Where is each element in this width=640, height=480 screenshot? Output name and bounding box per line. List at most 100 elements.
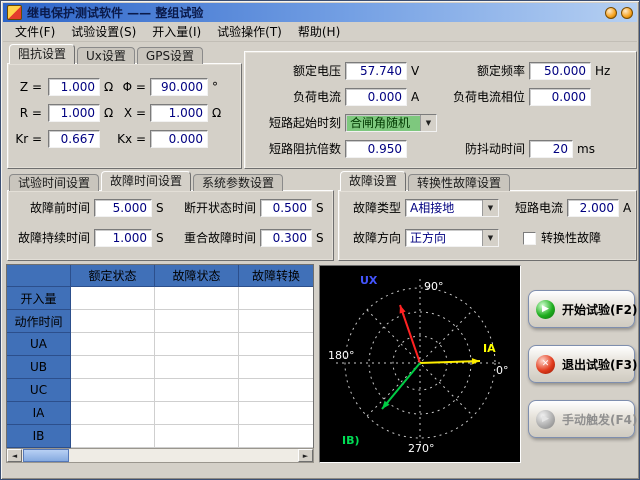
tab-test-time[interactable]: 试验时间设置 bbox=[9, 174, 99, 191]
tab-impedance-settings[interactable]: 阻抗设置 bbox=[9, 44, 75, 64]
table-cell bbox=[71, 379, 155, 402]
short-start-select[interactable]: 合闸角随机 ▼ bbox=[345, 114, 437, 132]
reclose-label: 重合故障时间 bbox=[166, 229, 256, 247]
table-cell bbox=[239, 402, 313, 425]
fault-duration-unit: S bbox=[156, 229, 164, 247]
scrollbar-track[interactable] bbox=[69, 449, 298, 462]
rated-frequency-field[interactable]: 50.000 bbox=[529, 62, 591, 80]
debounce-field[interactable]: 20 bbox=[529, 140, 573, 158]
kr-field[interactable]: 0.667 bbox=[48, 130, 100, 148]
scrollbar-thumb[interactable] bbox=[23, 449, 69, 462]
short-current-label: 短路电流 bbox=[505, 199, 563, 217]
tab-gps-settings[interactable]: GPS设置 bbox=[137, 47, 203, 64]
table-cell bbox=[239, 356, 313, 379]
table-cell bbox=[155, 402, 239, 425]
manual-trigger-icon: ▶ bbox=[536, 410, 555, 429]
table-cell bbox=[155, 287, 239, 310]
ia-label: IA bbox=[483, 342, 496, 355]
vector-chart: UX 90° 180° 0° IA 270° IB) bbox=[319, 265, 521, 463]
fault-type-select[interactable]: A相接地 ▼ bbox=[405, 199, 499, 217]
start-test-label: 开始试验(F2) bbox=[562, 301, 638, 318]
reclose-unit: S bbox=[316, 229, 324, 247]
z-field[interactable]: 1.000 bbox=[48, 78, 100, 96]
phi-field[interactable]: 90.000 bbox=[150, 78, 208, 96]
start-test-button[interactable]: ▶ 开始试验(F2) bbox=[528, 290, 635, 328]
fault-duration-field[interactable]: 1.000 bbox=[94, 229, 152, 247]
r-field[interactable]: 1.000 bbox=[48, 104, 100, 122]
tab-fault-settings[interactable]: 故障设置 bbox=[340, 171, 406, 191]
table-row: UB bbox=[7, 356, 313, 379]
convertible-fault-checkbox[interactable] bbox=[523, 232, 536, 245]
table-cell bbox=[239, 287, 313, 310]
impedance-multiple-field[interactable]: 0.950 bbox=[345, 140, 407, 158]
table-cell bbox=[239, 310, 313, 333]
fault-direction-label: 故障方向 bbox=[341, 229, 401, 247]
table-header-row: 额定状态 故障状态 故障转换 bbox=[7, 265, 313, 287]
x-field[interactable]: 1.000 bbox=[150, 104, 208, 122]
scroll-left-icon[interactable]: ◄ bbox=[7, 449, 22, 462]
table-row: IA bbox=[7, 402, 313, 425]
chevron-down-icon[interactable]: ▼ bbox=[482, 230, 498, 246]
load-current-field[interactable]: 0.000 bbox=[345, 88, 407, 106]
rated-voltage-field[interactable]: 57.740 bbox=[345, 62, 407, 80]
menu-file[interactable]: 文件(F) bbox=[7, 21, 63, 42]
manual-trigger-label: 手动触发(F4) bbox=[562, 411, 638, 428]
table-header-corner bbox=[7, 265, 71, 287]
r-label: R = bbox=[14, 104, 42, 122]
table-header-rated-state: 额定状态 bbox=[71, 265, 155, 287]
rating-panel: 额定电压 57.740 V 额定频率 50.000 Hz 负荷电流 0.000 … bbox=[244, 51, 637, 169]
pre-fault-field[interactable]: 5.000 bbox=[94, 199, 152, 217]
chevron-down-icon[interactable]: ▼ bbox=[482, 200, 498, 216]
fault-direction-value: 正方向 bbox=[410, 231, 446, 245]
load-current-label: 负荷电流 bbox=[261, 88, 341, 106]
fault-panel: 故障类型 A相接地 ▼ 短路电流 2.000 A 故障方向 正方向 ▼ 转换性故… bbox=[338, 190, 637, 261]
menu-binary-input[interactable]: 开入量(I) bbox=[144, 21, 209, 42]
window-title: 继电保护测试软件 —— 整组试验 bbox=[27, 4, 601, 21]
z-label: Z = bbox=[14, 78, 42, 96]
short-start-label: 短路起始时刻 bbox=[249, 114, 341, 132]
impedance-multiple-label: 短路阻抗倍数 bbox=[249, 140, 341, 158]
fault-direction-select[interactable]: 正方向 ▼ bbox=[405, 229, 499, 247]
reclose-field[interactable]: 0.300 bbox=[260, 229, 312, 247]
kx-field[interactable]: 0.000 bbox=[150, 130, 208, 148]
convertible-fault-label: 转换性故障 bbox=[541, 231, 601, 246]
ib-label: IB) bbox=[342, 434, 360, 447]
close-button[interactable] bbox=[621, 7, 633, 19]
table-row: 动作时间 bbox=[7, 310, 313, 333]
row-label: 动作时间 bbox=[7, 310, 71, 333]
short-current-field[interactable]: 2.000 bbox=[567, 199, 619, 217]
table-cell bbox=[71, 402, 155, 425]
exit-test-button[interactable]: ✕ 退出试验(F3) bbox=[528, 345, 635, 383]
ib-vector bbox=[382, 363, 420, 409]
load-phase-field[interactable]: 0.000 bbox=[529, 88, 591, 106]
table-cell bbox=[239, 379, 313, 402]
row-label: UC bbox=[7, 379, 71, 402]
table-row: 开入量 bbox=[7, 287, 313, 310]
table-cell bbox=[155, 379, 239, 402]
table-cell bbox=[71, 356, 155, 379]
open-state-unit: S bbox=[316, 199, 324, 217]
table-hscrollbar[interactable]: ◄ ► bbox=[6, 448, 314, 463]
tab-ux-settings[interactable]: Ux设置 bbox=[77, 47, 135, 64]
row-label: UA bbox=[7, 333, 71, 356]
minimize-button[interactable] bbox=[605, 7, 617, 19]
manual-trigger-button[interactable]: ▶ 手动触发(F4) bbox=[528, 400, 635, 438]
scroll-right-icon[interactable]: ► bbox=[298, 449, 313, 462]
table-cell bbox=[239, 425, 313, 448]
pre-fault-unit: S bbox=[156, 199, 164, 217]
tab-convertible-fault[interactable]: 转换性故障设置 bbox=[408, 174, 510, 191]
open-state-field[interactable]: 0.500 bbox=[260, 199, 312, 217]
table-row: UC bbox=[7, 379, 313, 402]
table-cell bbox=[71, 287, 155, 310]
menu-test-operation[interactable]: 试验操作(T) bbox=[209, 21, 290, 42]
impedance-tabs: 阻抗设置 Ux设置 GPS设置 bbox=[9, 45, 205, 64]
menu-help[interactable]: 帮助(H) bbox=[290, 21, 348, 42]
chevron-down-icon[interactable]: ▼ bbox=[420, 115, 436, 131]
tab-system-params[interactable]: 系统参数设置 bbox=[193, 174, 283, 191]
fault-duration-label: 故障持续时间 bbox=[10, 229, 90, 247]
ia-vector-arrowhead bbox=[472, 358, 480, 364]
row-label: IA bbox=[7, 402, 71, 425]
tab-fault-time[interactable]: 故障时间设置 bbox=[101, 171, 191, 191]
exit-test-label: 退出试验(F3) bbox=[562, 356, 638, 373]
menu-test-settings[interactable]: 试验设置(S) bbox=[63, 21, 144, 42]
